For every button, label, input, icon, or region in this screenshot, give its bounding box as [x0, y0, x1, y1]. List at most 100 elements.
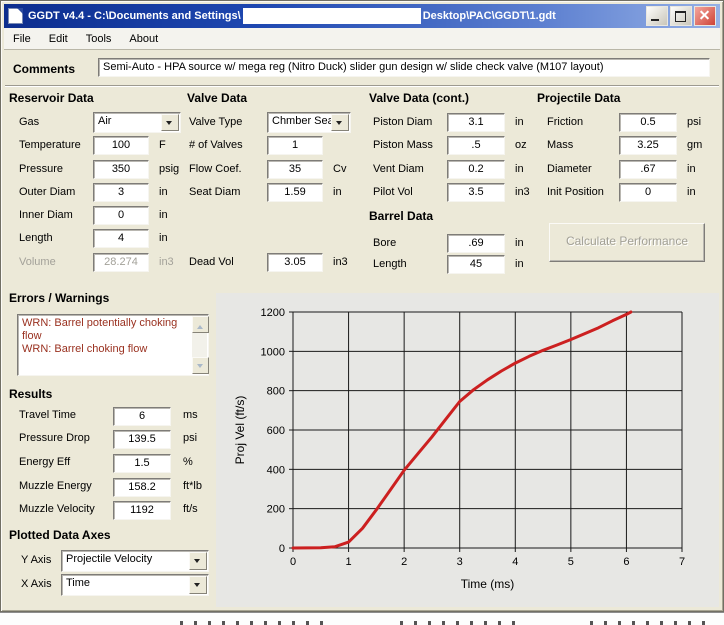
y-axis-dropdown[interactable]: Projectile Velocity: [61, 550, 209, 572]
pilot-vol-label: Pilot Vol: [373, 186, 413, 198]
outer-diam-label: Outer Diam: [19, 186, 75, 198]
diameter-label: Diameter: [547, 163, 592, 175]
reservoir-length-unit: in: [159, 232, 168, 244]
minimize-button[interactable]: [646, 6, 668, 26]
minimize-icon: [651, 19, 659, 21]
errors-scrollbar[interactable]: [192, 316, 207, 374]
piston-mass-label: Piston Mass: [373, 139, 433, 151]
piston-diam-unit: in: [515, 116, 524, 128]
pressure-label: Pressure: [19, 163, 63, 175]
flow-coef-input[interactable]: [267, 160, 323, 179]
axes-section-title: Plotted Data Axes: [9, 528, 111, 542]
init-position-unit: in: [687, 186, 696, 198]
muzzle-velocity-unit: ft/s: [183, 503, 198, 515]
travel-time-label: Travel Time: [19, 409, 76, 421]
init-position-input[interactable]: [619, 183, 677, 202]
y-tick-label: 400: [267, 464, 285, 476]
comments-input[interactable]: [98, 58, 710, 77]
dead-vol-label: Dead Vol: [189, 256, 234, 268]
scroll-down-button[interactable]: [192, 357, 209, 374]
x-axis-dropdown[interactable]: Time: [61, 574, 209, 596]
pilot-vol-unit: in3: [515, 186, 530, 198]
num-valves-label: # of Valves: [189, 139, 243, 151]
travel-time-input[interactable]: [113, 407, 171, 426]
x-tick-label: 0: [290, 556, 296, 568]
menu-file[interactable]: File: [4, 30, 40, 48]
menu-edit[interactable]: Edit: [40, 30, 77, 48]
title-redaction: [243, 8, 421, 24]
x-axis-title: Time (ms): [461, 577, 515, 591]
app-icon[interactable]: [8, 8, 23, 24]
barrel-section-title: Barrel Data: [369, 209, 433, 223]
mass-label: Mass: [547, 139, 573, 151]
energy-eff-input[interactable]: [113, 454, 171, 473]
background-window-strip: [0, 612, 724, 625]
pressure-input[interactable]: [93, 160, 149, 179]
scroll-up-button[interactable]: [192, 316, 209, 333]
x-tick-label: 2: [401, 556, 407, 568]
close-button[interactable]: [694, 6, 716, 26]
menu-about[interactable]: About: [120, 30, 167, 48]
piston-diam-input[interactable]: [447, 113, 505, 132]
diameter-input[interactable]: [619, 160, 677, 179]
muzzle-velocity-label: Muzzle Velocity: [19, 503, 95, 515]
outer-diam-input[interactable]: [93, 183, 149, 202]
mass-unit: gm: [687, 139, 702, 151]
num-valves-input[interactable]: [267, 136, 323, 155]
y-tick-label: 1200: [261, 307, 285, 319]
menu-tools[interactable]: Tools: [77, 30, 121, 48]
chevron-down-icon: [336, 121, 342, 128]
outer-diam-unit: in: [159, 186, 168, 198]
energy-eff-label: Energy Eff: [19, 456, 70, 468]
muzzle-energy-input[interactable]: [113, 478, 171, 497]
reservoir-length-input[interactable]: [93, 229, 149, 248]
gas-dropdown[interactable]: Air: [93, 112, 181, 133]
mass-input[interactable]: [619, 136, 677, 155]
projectile-section-title: Projectile Data: [537, 91, 620, 105]
x-tick-label: 7: [679, 556, 685, 568]
seat-diam-input[interactable]: [267, 183, 323, 202]
seat-diam-label: Seat Diam: [189, 186, 240, 198]
muzzle-velocity-input[interactable]: [113, 501, 171, 520]
errors-warnings-box[interactable]: WRN: Barrel potentially choking flow WRN…: [17, 314, 209, 376]
window-title-suffix: Desktop\PAC\GGDT\1.gdt: [423, 10, 556, 22]
muzzle-energy-unit: ft*lb: [183, 480, 202, 492]
arrow-down-icon: [197, 364, 203, 371]
inner-diam-input[interactable]: [93, 206, 149, 225]
gas-label: Gas: [19, 116, 39, 128]
vent-diam-input[interactable]: [447, 160, 505, 179]
dead-vol-input[interactable]: [267, 253, 323, 272]
bore-unit: in: [515, 237, 524, 249]
barrel-length-label: Length: [373, 258, 407, 270]
volume-unit: in3: [159, 256, 174, 268]
pressure-drop-input[interactable]: [113, 430, 171, 449]
barrel-length-input[interactable]: [447, 255, 505, 274]
velocity-chart-panel: 01234567020040060080010001200Time (ms)Pr…: [216, 293, 719, 607]
pressure-drop-label: Pressure Drop: [19, 432, 90, 444]
y-axis-label: Y Axis: [21, 554, 51, 566]
x-axis-label: X Axis: [21, 578, 52, 590]
errors-section-title: Errors / Warnings: [9, 291, 109, 305]
warning-line: WRN: Barrel choking flow: [22, 343, 190, 356]
pilot-vol-input[interactable]: [447, 183, 505, 202]
valve-cont-section-title: Valve Data (cont.): [369, 91, 469, 105]
muzzle-energy-label: Muzzle Energy: [19, 480, 92, 492]
warning-line: WRN: Barrel potentially choking flow: [22, 317, 190, 343]
inner-diam-unit: in: [159, 209, 168, 221]
reservoir-section-title: Reservoir Data: [9, 91, 94, 105]
friction-input[interactable]: [619, 113, 677, 132]
valve-type-dropdown[interactable]: Chmber Seal: [267, 112, 351, 133]
ggdt-application: GGDT v4.4 - C:\Documents and Settings\ D…: [0, 0, 724, 624]
bore-input[interactable]: [447, 234, 505, 253]
piston-mass-unit: oz: [515, 139, 527, 151]
reservoir-length-label: Length: [19, 232, 53, 244]
piston-diam-label: Piston Diam: [373, 116, 432, 128]
x-tick-label: 3: [457, 556, 463, 568]
calculate-performance-button[interactable]: Calculate Performance: [549, 223, 705, 262]
maximize-button[interactable]: [670, 6, 692, 26]
x-tick-label: 1: [346, 556, 352, 568]
y-tick-label: 600: [267, 425, 285, 437]
temperature-input[interactable]: [93, 136, 149, 155]
pressure-drop-unit: psi: [183, 432, 197, 444]
piston-mass-input[interactable]: [447, 136, 505, 155]
